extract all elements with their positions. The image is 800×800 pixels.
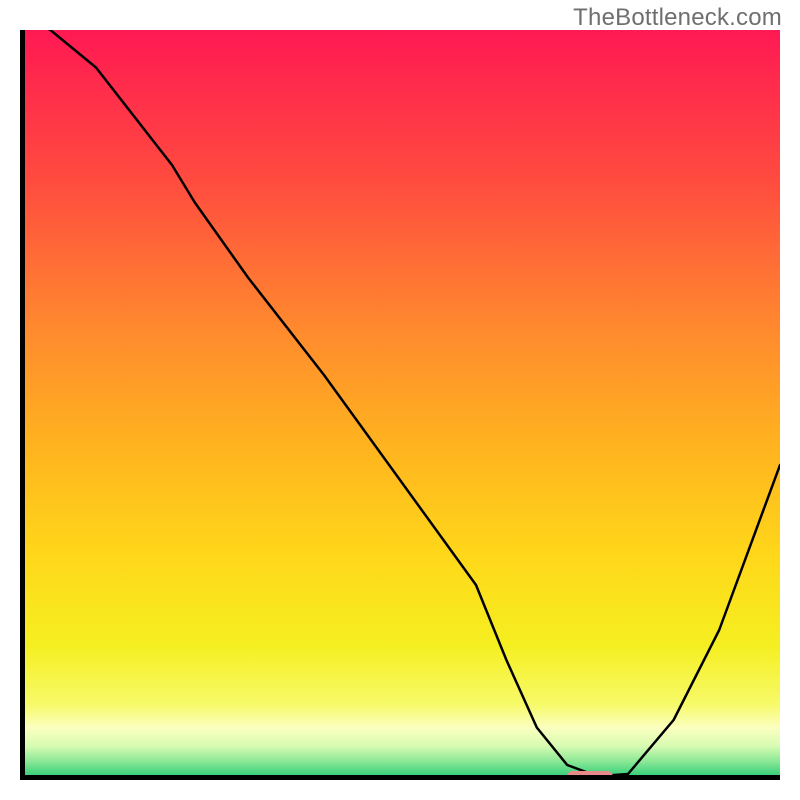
chart-frame: TheBottleneck.com — [0, 0, 800, 800]
optimal-marker — [567, 771, 613, 780]
watermark-text: TheBottleneck.com — [573, 4, 782, 32]
chart-overlay — [20, 30, 780, 780]
bottleneck-curve — [20, 30, 780, 776]
plot-area — [20, 30, 780, 780]
